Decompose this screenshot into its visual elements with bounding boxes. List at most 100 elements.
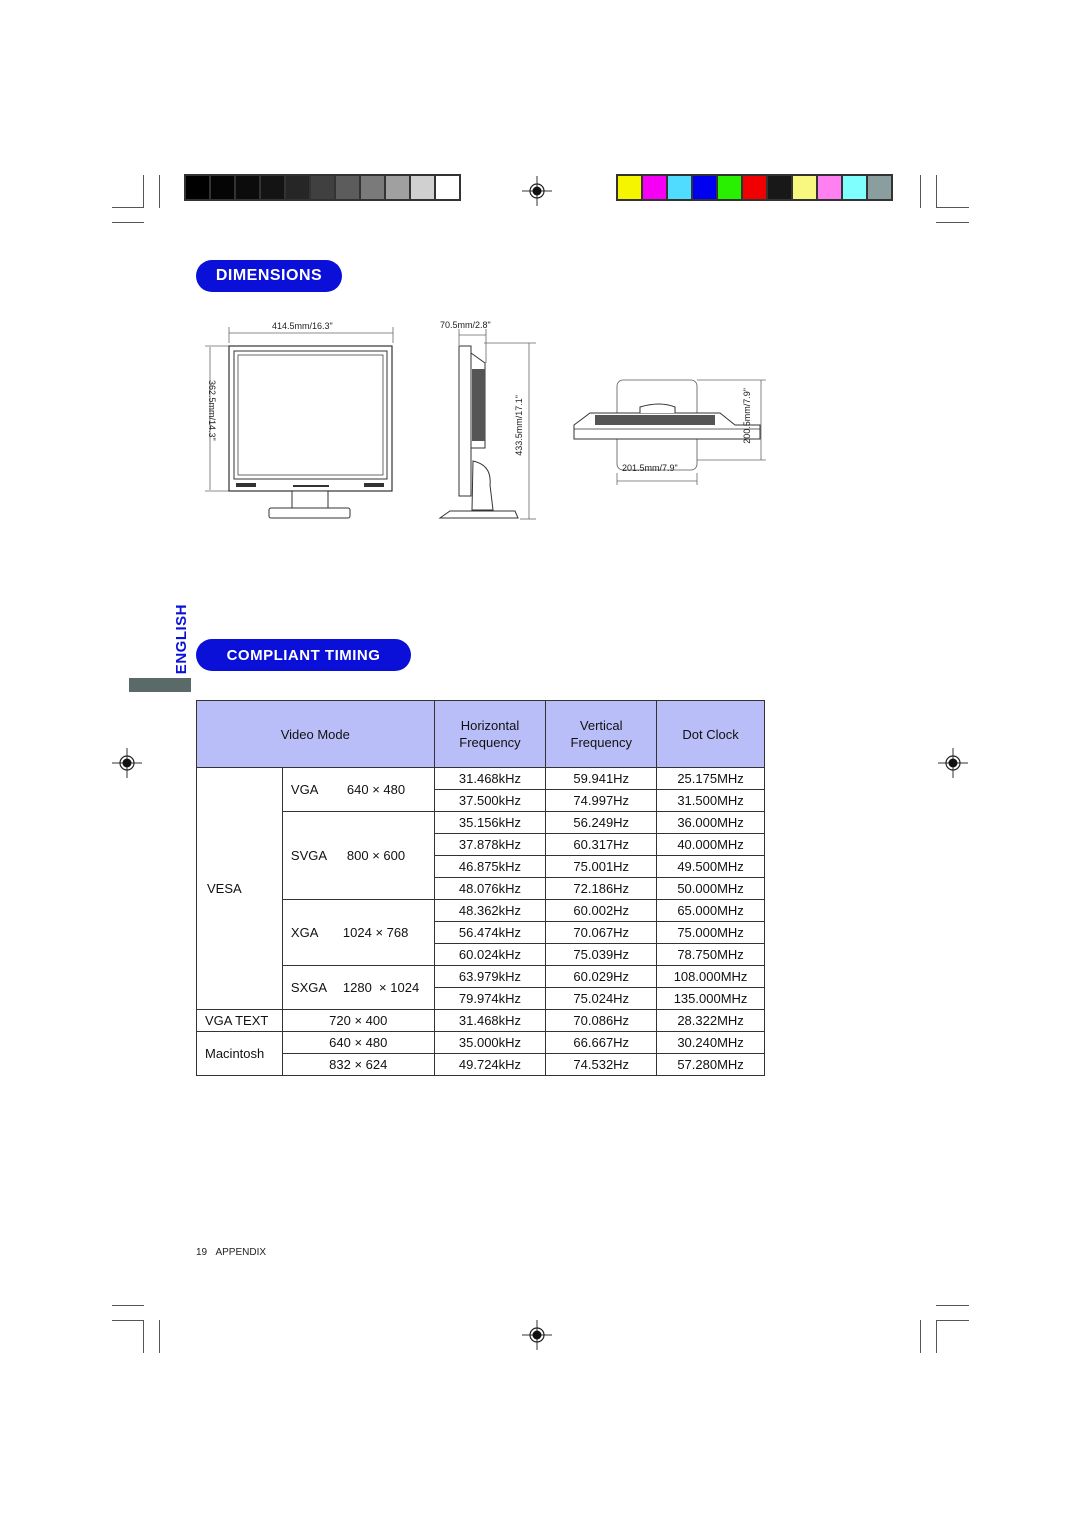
color-swatch (818, 176, 841, 199)
compliant-timing-heading: COMPLIANT TIMING (197, 640, 410, 670)
color-swatch-bar (616, 174, 893, 201)
dot-clock: 36.000MHz (656, 811, 765, 834)
dot-clock: 49.500MHz (656, 855, 765, 878)
table-row: 832 × 624 49.724kHz 74.532Hz 57.280MHz (197, 1053, 765, 1076)
table-row: SVGA 800 × 600 35.156kHz 56.249Hz 36.000M… (197, 811, 765, 900)
h-freq: 46.875kHz (433, 855, 547, 878)
crop-mark (112, 1320, 144, 1321)
header-text: Horizontal (460, 718, 520, 733)
color-swatch (843, 176, 866, 199)
registration-target-icon (522, 1320, 552, 1350)
grayscale-swatch (261, 176, 284, 199)
mode-resolution: 640 × 480 (281, 1031, 435, 1054)
color-swatch (668, 176, 691, 199)
mode-resolution: 640 × 480 (346, 782, 406, 797)
mode-name: SXGA (290, 980, 328, 995)
grayscale-swatch (436, 176, 459, 199)
dot-clock: 40.000MHz (656, 833, 765, 856)
dot-clock: 75.000MHz (656, 921, 765, 944)
dot-clock: 135.000MHz (656, 987, 765, 1010)
header-vertical-frequency: Vertical Frequency (545, 700, 658, 768)
h-freq: 63.979kHz (433, 965, 547, 988)
h-freq: 56.474kHz (433, 921, 547, 944)
registration-target-icon (938, 748, 968, 778)
color-swatch (718, 176, 741, 199)
color-swatch (618, 176, 641, 199)
h-freq: 37.878kHz (433, 833, 547, 856)
dot-clock: 108.000MHz (656, 965, 765, 988)
v-freq: 74.997Hz (545, 789, 658, 812)
mode-name: SVGA (290, 848, 328, 863)
v-freq: 56.249Hz (545, 811, 658, 834)
crop-mark (143, 1320, 144, 1353)
front-height-label: 362.5mm/14.3" (207, 380, 217, 441)
v-freq: 74.532Hz (545, 1053, 658, 1076)
crop-mark (936, 1305, 969, 1306)
crop-mark (112, 207, 144, 208)
header-dot-clock: Dot Clock (656, 700, 765, 768)
dot-clock: 31.500MHz (656, 789, 765, 812)
v-freq: 59.941Hz (545, 767, 658, 790)
top-base-depth-label: 200.5mm/7.9" (742, 388, 752, 444)
grayscale-swatch (236, 176, 259, 199)
registration-target-icon (522, 176, 552, 206)
mode-sxga: SXGA 1280 × 1024 (281, 965, 435, 1010)
v-freq: 72.186Hz (545, 877, 658, 900)
mode-resolution: 720 × 400 (281, 1009, 435, 1032)
dot-clock: 78.750MHz (656, 943, 765, 966)
h-freq: 60.024kHz (433, 943, 547, 966)
h-freq: 48.362kHz (433, 899, 547, 922)
crop-mark (936, 207, 969, 208)
v-freq: 75.039Hz (545, 943, 658, 966)
registration-target-icon (112, 748, 142, 778)
v-freq: 75.024Hz (545, 987, 658, 1010)
v-freq: 60.317Hz (545, 833, 658, 856)
table-row: XGA 1024 × 768 48.362kHz 60.002Hz 65.000M… (197, 899, 765, 966)
grayscale-swatch (386, 176, 409, 199)
mode-vga: VGA 640 × 480 (281, 767, 435, 812)
group-macintosh: Macintosh (196, 1031, 283, 1076)
dot-clock: 25.175MHz (656, 767, 765, 790)
grayscale-swatch (186, 176, 209, 199)
h-freq: 79.974kHz (433, 987, 547, 1010)
v-freq: 66.667Hz (545, 1031, 658, 1054)
h-freq: 49.724kHz (433, 1053, 547, 1076)
compliant-timing-heading-text: COMPLIANT TIMING (226, 646, 381, 664)
mode-resolution: 800 × 600 (346, 848, 406, 863)
table-row: VESA VGA 640 × 480 31.468kHz 59.941Hz 25.… (196, 767, 765, 1010)
dot-clock: 30.240MHz (656, 1031, 765, 1054)
mode-resolution: 1024 × 768 (342, 925, 409, 940)
crop-mark (936, 1320, 937, 1353)
crop-mark (936, 175, 937, 208)
crop-mark (920, 175, 921, 208)
header-video-mode: Video Mode (196, 700, 435, 768)
mode-resolution: 1280 × 1024 (342, 980, 420, 995)
color-swatch (868, 176, 891, 199)
dot-clock: 50.000MHz (656, 877, 765, 900)
h-freq: 48.076kHz (433, 877, 547, 900)
grayscale-swatch (336, 176, 359, 199)
page-number: 19 (196, 1247, 208, 1258)
color-swatch (793, 176, 816, 199)
dot-clock: 57.280MHz (656, 1053, 765, 1076)
grayscale-swatch (286, 176, 309, 199)
table-header-row: Video Mode Horizontal Frequency Vertical F… (196, 700, 765, 768)
h-freq: 35.000kHz (433, 1031, 547, 1054)
dot-clock: 65.000MHz (656, 899, 765, 922)
side-depth-label: 70.5mm/2.8" (440, 320, 491, 330)
header-text: Vertical (579, 718, 623, 733)
dimensions-heading-text: DIMENSIONS (215, 267, 323, 284)
grayscale-swatch (311, 176, 334, 199)
crop-mark (920, 1320, 921, 1353)
v-freq: 60.029Hz (545, 965, 658, 988)
color-swatch (743, 176, 766, 199)
header-text: Frequency (570, 735, 632, 750)
color-swatch (643, 176, 666, 199)
mode-name: XGA (290, 925, 319, 940)
grayscale-swatch-bar (184, 174, 461, 201)
crop-mark (159, 175, 160, 208)
h-freq: 31.468kHz (433, 1009, 547, 1032)
table-row: VGA TEXT 720 × 400 31.468kHz 70.086Hz 28… (196, 1009, 765, 1032)
crop-mark (159, 1320, 160, 1353)
group-vesa: VESA (196, 767, 283, 1010)
